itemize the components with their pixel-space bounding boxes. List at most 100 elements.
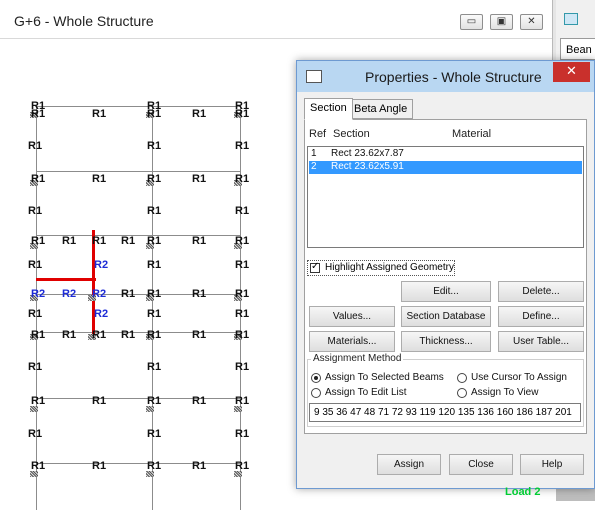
radio-label: Assign To Edit List <box>325 387 407 398</box>
member-label: R1 <box>62 235 77 247</box>
close-window-button[interactable]: ✕ <box>520 14 543 30</box>
column-header-ref: Ref <box>309 128 327 140</box>
highlighted-beam[interactable] <box>36 278 96 281</box>
beam-line <box>36 463 241 464</box>
close-icon: ✕ <box>527 16 536 27</box>
edit-list-field[interactable]: 9 35 36 47 48 71 72 93 119 120 135 136 1… <box>309 403 581 422</box>
member-label: R1 <box>235 329 250 341</box>
close-icon: ✕ <box>566 64 577 79</box>
member-label: R1 <box>192 460 207 472</box>
member-label: R1 <box>28 140 43 152</box>
assign-button[interactable]: Assign <box>377 454 441 475</box>
member-label: R1 <box>235 140 250 152</box>
member-label: R1 <box>235 205 250 217</box>
main-window-titlebar: G+6 - Whole Structure ▭ ▣ ✕ <box>0 0 555 39</box>
member-label: R1 <box>192 108 207 120</box>
minimize-button[interactable]: ▭ <box>460 14 483 30</box>
row-section: Rect 23.62x7.87 <box>331 148 404 159</box>
beam-line <box>36 398 241 399</box>
member-label: R1 <box>28 259 43 271</box>
member-label: R1 <box>192 288 207 300</box>
member-label: R1 <box>92 108 107 120</box>
radio-label: Assign To View <box>471 387 539 398</box>
minimize-icon: ▭ <box>466 16 477 27</box>
maximize-button[interactable]: ▣ <box>490 14 513 30</box>
member-label: R1 <box>235 259 250 271</box>
member-label: R1 <box>92 235 107 247</box>
define-button[interactable]: Define... <box>498 306 584 327</box>
member-label: R1 <box>192 173 207 185</box>
user-table-button[interactable]: User Table... <box>498 331 584 352</box>
member-label: R1 <box>31 460 46 472</box>
help-button[interactable]: Help <box>520 454 584 475</box>
member-label: R1 <box>31 173 46 185</box>
member-label: R1 <box>235 288 250 300</box>
member-label: R1 <box>192 235 207 247</box>
member-label-r2: R2 <box>94 308 109 320</box>
member-label: R1 <box>147 395 162 407</box>
member-label: R1 <box>147 460 162 472</box>
radio-dot <box>311 373 321 383</box>
dialog-titlebar[interactable]: Properties - Whole Structure ✕ <box>297 61 594 92</box>
member-label: R1 <box>147 308 162 320</box>
member-label: R1 <box>28 308 43 320</box>
member-label: R1 <box>31 108 46 120</box>
member-label: R1 <box>235 460 250 472</box>
dialog-app-icon <box>306 70 322 83</box>
radio-dot <box>457 373 467 383</box>
member-label: R1 <box>235 361 250 373</box>
tab-section[interactable]: Section <box>304 98 353 120</box>
row-ref: 2 <box>311 161 317 172</box>
beam-tab[interactable]: Bean <box>560 38 595 60</box>
dialog-close-button[interactable]: ✕ <box>553 62 590 82</box>
section-list[interactable]: 1 Rect 23.62x7.87 2 Rect 23.62x5.91 <box>307 146 584 248</box>
list-item-selected[interactable]: 2 Rect 23.62x5.91 <box>309 161 582 174</box>
structure-view[interactable]: R1 R1 R1 R1 R1 R1 R1 R1 R1 R1 R1 R1 R1 R… <box>0 40 300 510</box>
column-header-section: Section <box>333 128 370 140</box>
member-label: R1 <box>92 329 107 341</box>
member-label: R1 <box>31 395 46 407</box>
window-title: G+6 - Whole Structure <box>14 13 154 29</box>
member-label: R1 <box>147 428 162 440</box>
member-label-r2: R2 <box>31 288 46 300</box>
radio-dot <box>311 388 321 398</box>
member-label: R1 <box>147 108 162 120</box>
values-button[interactable]: Values... <box>309 306 395 327</box>
materials-button[interactable]: Materials... <box>309 331 395 352</box>
member-label: R1 <box>235 308 250 320</box>
tab-beta-angle[interactable]: Beta Angle <box>348 99 414 119</box>
highlight-geometry-checkbox[interactable]: ✓ Highlight Assigned Geometry <box>307 260 455 276</box>
member-label: R1 <box>235 235 250 247</box>
edit-button[interactable]: Edit... <box>401 281 491 302</box>
checkbox-box[interactable]: ✓ <box>310 261 320 273</box>
member-label: R1 <box>147 288 162 300</box>
member-label: R1 <box>92 173 107 185</box>
member-label: R1 <box>235 428 250 440</box>
member-label: R1 <box>31 329 46 341</box>
member-label: R1 <box>235 395 250 407</box>
properties-dialog: Properties - Whole Structure ✕ Section B… <box>296 60 595 489</box>
member-label-r2: R2 <box>62 288 77 300</box>
dialog-title: Properties - Whole Structure <box>365 69 542 85</box>
beam-line <box>36 171 241 172</box>
section-database-button[interactable]: Section Database <box>401 306 491 327</box>
radio-dot <box>457 388 467 398</box>
beam-line <box>36 106 241 107</box>
member-label: R1 <box>147 259 162 271</box>
check-icon: ✓ <box>311 261 320 272</box>
member-label: R1 <box>28 205 43 217</box>
highlight-label: Highlight Assigned Geometry <box>325 262 454 273</box>
thickness-button[interactable]: Thickness... <box>401 331 491 352</box>
member-label: R1 <box>235 108 250 120</box>
close-button[interactable]: Close <box>449 454 513 475</box>
member-label: R1 <box>121 288 136 300</box>
column-header-material: Material <box>452 128 492 140</box>
member-label: R1 <box>147 173 162 185</box>
member-label: R1 <box>92 395 107 407</box>
radio-label: Assign To Selected Beams <box>325 372 444 383</box>
member-label: R1 <box>31 235 46 247</box>
list-item[interactable]: 1 Rect 23.62x7.87 <box>309 148 582 161</box>
member-label: R1 <box>92 460 107 472</box>
table-icon[interactable] <box>564 13 578 25</box>
delete-button[interactable]: Delete... <box>498 281 584 302</box>
